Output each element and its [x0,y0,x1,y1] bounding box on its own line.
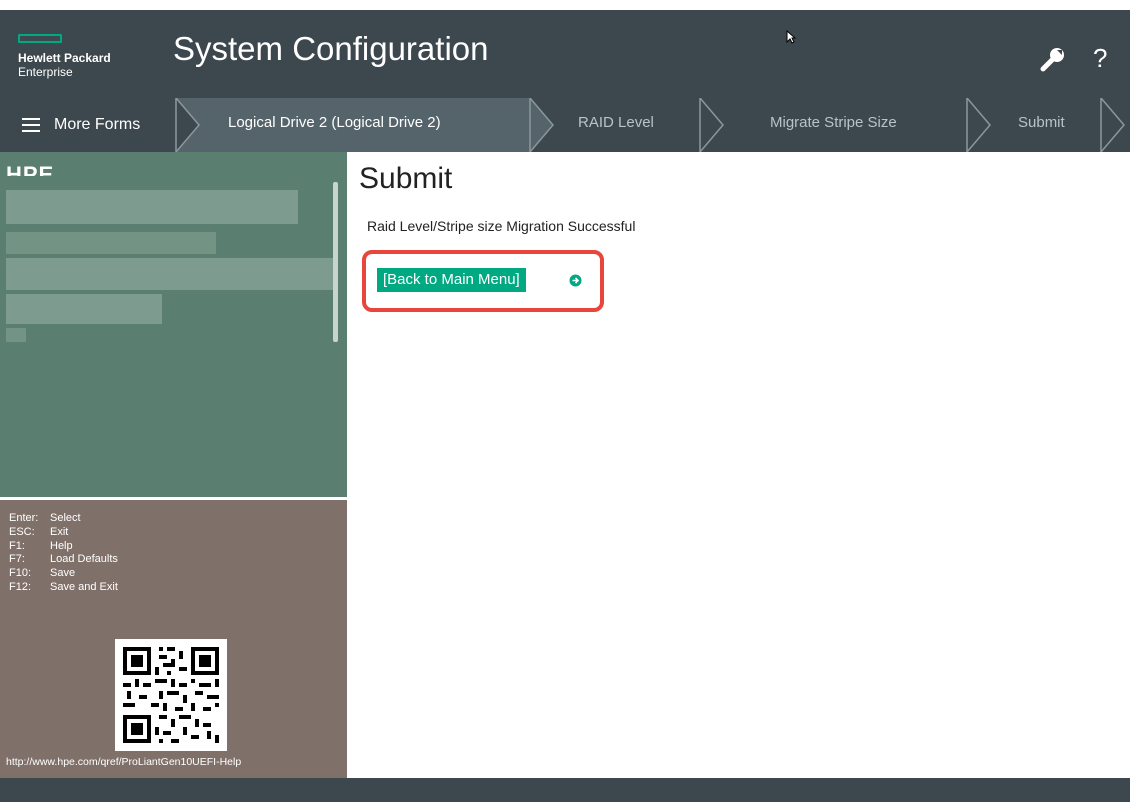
hotkey-row: F1: Help [9,539,73,552]
crumb-migrate-stripe-size[interactable]: Migrate Stripe Size [770,114,897,131]
arrow-right-circle-icon[interactable] [569,274,582,287]
crumb-logical-drive[interactable]: Logical Drive 2 (Logical Drive 2) [228,114,441,131]
breadcrumb-bar: More Forms Logical Drive 2 (Logical Driv… [0,98,1130,152]
redacted-text-block [6,294,162,324]
hotkey-row: ESC: Exit [9,525,69,538]
main-content: Submit Raid Level/Stripe size Migration … [347,152,1130,778]
redacted-text-block [6,258,333,290]
footer-bar [0,778,1130,802]
mouse-cursor-icon [786,30,796,44]
crumb-submit[interactable]: Submit [1018,114,1065,131]
hpe-logo: Hewlett Packard Enterprise [18,34,168,79]
info-panel-title: HPE [6,162,55,176]
more-forms-button[interactable]: More Forms [22,113,140,137]
hpe-logo-rectangle [18,34,62,43]
redacted-text-block [6,232,216,254]
page-title: Submit [359,162,453,195]
qr-code-icon [115,639,227,751]
info-scrollbar[interactable] [333,182,338,342]
crumb-separator [966,98,991,152]
status-message: Raid Level/Stripe size Migration Success… [367,218,636,234]
redacted-text-block [6,190,298,224]
header-bar: Hewlett Packard Enterprise System Config… [0,10,1130,98]
help-icon[interactable]: ? [1093,43,1107,74]
more-forms-label: More Forms [54,116,141,133]
back-to-main-menu-button[interactable]: [Back to Main Menu] [377,268,526,292]
system-info-panel: HPE [0,152,347,497]
hotkey-row: F10: Save [9,567,76,580]
app-title: System Configuration [173,30,489,67]
redacted-text-block [6,328,26,342]
brand-name-line2: Enterprise [18,65,73,79]
wrench-icon[interactable] [1040,46,1066,72]
brand-name-line1: Hewlett Packard [18,51,111,65]
breadcrumb-shapes [175,98,1125,152]
hotkey-list: Enter: Select ESC: Exit F1: Help F7: Load De… [9,512,118,595]
hotkey-row: F12: Save and Exit [9,580,118,593]
help-url[interactable]: http://www.hpe.com/qref/ProLiantGen10UEF… [6,756,241,768]
top-strip [0,0,1130,10]
crumb-raid-level[interactable]: RAID Level [578,114,654,131]
hotkeys-panel: Enter: Select ESC: Exit F1: Help F7: Load De… [0,500,347,778]
crumb-separator [1100,98,1125,152]
hotkey-row: F7: Load Defaults [9,553,118,566]
hotkey-row: Enter: Select [9,512,81,524]
crumb-separator [699,98,724,152]
hamburger-menu-icon [22,118,40,132]
